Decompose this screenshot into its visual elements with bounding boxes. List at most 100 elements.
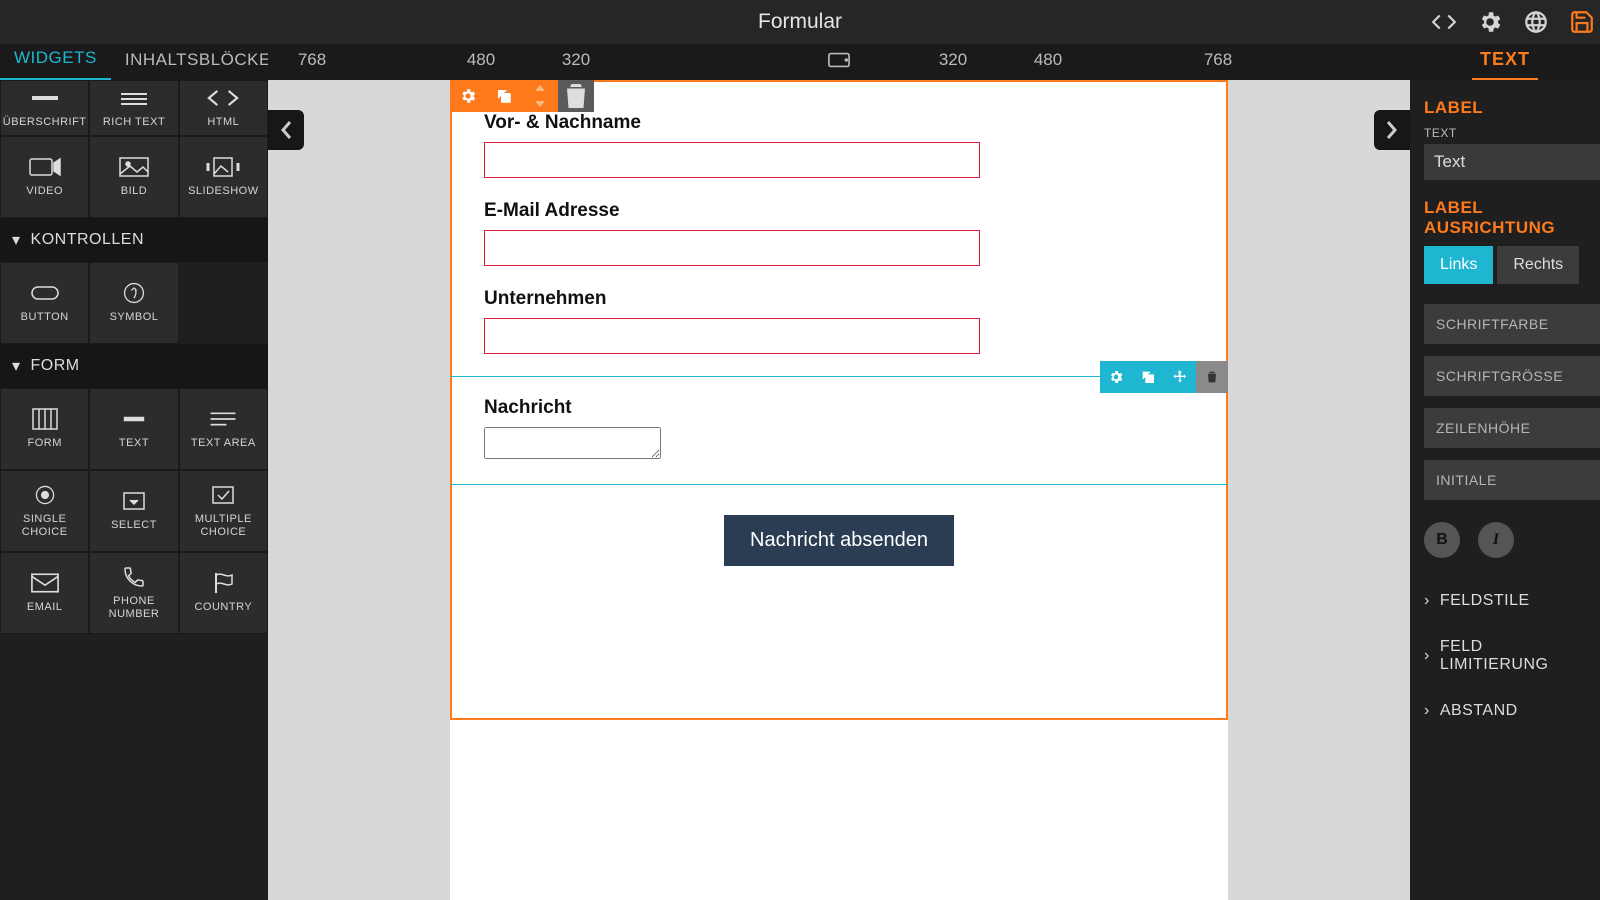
input-label-text[interactable] — [1424, 144, 1600, 180]
textarea-message[interactable] — [484, 427, 661, 459]
form-toolbar — [450, 80, 594, 112]
next-arrow[interactable] — [1374, 110, 1410, 150]
field-lineheight[interactable]: ZEILENHÖHE — [1424, 408, 1600, 448]
widget-video[interactable]: VIDEO — [0, 136, 89, 218]
widget-country[interactable]: COUNTRY — [179, 552, 268, 634]
right-panel-tab: TEXT — [1410, 44, 1600, 80]
accordion-fieldlimit[interactable]: › FELD LIMITIERUNG — [1410, 624, 1600, 688]
submit-button[interactable]: Nachricht absenden — [724, 515, 954, 566]
heading-icon — [28, 86, 62, 110]
accordion-spacing[interactable]: › ABSTAND — [1410, 688, 1600, 734]
topbar-actions — [1430, 8, 1600, 36]
tab-text[interactable]: TEXT — [1472, 41, 1538, 80]
widget-label: MULTIPLE CHOICE — [180, 513, 267, 539]
ruler-mark: 768 — [298, 50, 326, 70]
widget-label: VIDEO — [26, 185, 63, 198]
widget-textarea[interactable]: TEXT AREA — [179, 388, 268, 470]
widget-button[interactable]: BUTTON — [0, 262, 89, 344]
ruler-mark: 768 — [1204, 50, 1232, 70]
ruler-mark: 320 — [562, 50, 590, 70]
widget-email[interactable]: EMAIL — [0, 552, 89, 634]
field-name: Vor- & Nachname — [484, 112, 1194, 178]
section-label-title: LABEL — [1410, 98, 1600, 126]
field-label-text: TEXT — [1410, 126, 1600, 144]
reorder-button[interactable] — [522, 80, 558, 112]
tab-blocks[interactable]: INHALTSBLÖCKE — [111, 40, 285, 80]
field-message-selected[interactable]: Nachricht — [450, 376, 1228, 485]
accordion-label: FELD LIMITIERUNG — [1440, 638, 1586, 674]
ruler: 768 480 320 320 480 768 — [268, 44, 1410, 80]
video-icon — [28, 155, 62, 179]
image-icon — [117, 155, 151, 179]
move-button[interactable] — [1164, 361, 1196, 393]
tablet-icon[interactable] — [828, 52, 850, 73]
gear-icon[interactable] — [1476, 8, 1504, 36]
widget-grid-kontrollen: BUTTON SYMBOL — [0, 262, 268, 344]
field-initial[interactable]: INITIALE — [1424, 460, 1600, 500]
widget-label: TEXT — [119, 437, 149, 450]
delete-button[interactable] — [1196, 361, 1228, 393]
ruler-mark: 480 — [1034, 50, 1062, 70]
field-fontcolor[interactable]: SCHRIFTFARBE — [1424, 304, 1600, 344]
section-align-title: LABEL AUSRICHTUNG — [1410, 198, 1600, 246]
duplicate-button[interactable] — [486, 80, 522, 112]
widget-label: SLIDESHOW — [188, 185, 259, 198]
widget-multichoice[interactable]: MULTIPLE CHOICE — [179, 470, 268, 552]
widget-label: SELECT — [111, 519, 157, 532]
input-name[interactable] — [484, 142, 980, 178]
save-icon[interactable] — [1568, 8, 1596, 36]
section-kontrollen[interactable]: ▾ KONTROLLEN — [0, 218, 268, 262]
tab-widgets[interactable]: WIDGETS — [0, 38, 111, 80]
form-icon — [28, 407, 62, 431]
widget-select[interactable]: SELECT — [89, 470, 178, 552]
code-icon[interactable] — [1430, 8, 1458, 36]
widget-singlechoice[interactable]: SINGLE CHOICE — [0, 470, 89, 552]
accordion-fieldstyle[interactable]: › FELDSTILE — [1410, 578, 1600, 624]
chevron-down-icon: ▾ — [12, 230, 21, 250]
widget-phone[interactable]: PHONE NUMBER — [89, 552, 178, 634]
align-right-button[interactable]: Rechts — [1497, 246, 1579, 284]
widget-grid-top: ÜBERSCHRIFT RICH TEXT HTML VIDEO BILD SL… — [0, 80, 268, 218]
lines-icon — [117, 86, 151, 110]
widget-richtext[interactable]: RICH TEXT — [89, 80, 178, 136]
align-left-button[interactable]: Links — [1424, 246, 1493, 284]
widget-heading[interactable]: ÜBERSCHRIFT — [0, 80, 89, 136]
italic-button[interactable]: I — [1478, 522, 1514, 558]
chevron-right-icon: › — [1424, 702, 1430, 720]
accordion-label: ABSTAND — [1440, 702, 1518, 720]
sidebar-widgets: ÜBERSCHRIFT RICH TEXT HTML VIDEO BILD SL… — [0, 80, 268, 900]
widget-slideshow[interactable]: SLIDESHOW — [179, 136, 268, 218]
label-message: Nachricht — [484, 397, 1194, 419]
settings-button[interactable] — [1100, 361, 1132, 393]
globe-icon[interactable] — [1522, 8, 1550, 36]
widget-label: TEXT AREA — [191, 437, 256, 450]
align-group: Links Rechts — [1410, 246, 1600, 304]
topbar: Formular — [0, 0, 1600, 44]
field-fontsize[interactable]: SCHRIFTGRÖSSE — [1424, 356, 1600, 396]
bold-button[interactable]: B — [1424, 522, 1460, 558]
input-company[interactable] — [484, 318, 980, 354]
widget-text[interactable]: TEXT — [89, 388, 178, 470]
main-layout: ÜBERSCHRIFT RICH TEXT HTML VIDEO BILD SL… — [0, 80, 1600, 900]
accordion-label: FELDSTILE — [1440, 592, 1530, 610]
widget-html[interactable]: HTML — [179, 80, 268, 136]
section-label: KONTROLLEN — [31, 231, 144, 249]
input-email[interactable] — [484, 230, 980, 266]
field-company: Unternehmen — [484, 288, 1194, 354]
widget-image[interactable]: BILD — [89, 136, 178, 218]
widget-symbol[interactable]: SYMBOL — [89, 262, 178, 344]
delete-button[interactable] — [558, 80, 594, 112]
widget-form[interactable]: FORM — [0, 388, 89, 470]
widget-grid-form: FORM TEXT TEXT AREA SINGLE CHOICE SELECT… — [0, 388, 268, 634]
section-form[interactable]: ▾ FORM — [0, 344, 268, 388]
form-preview: Vor- & Nachname E-Mail Adresse Unternehm… — [450, 80, 1228, 900]
duplicate-button[interactable] — [1132, 361, 1164, 393]
ruler-mark: 320 — [939, 50, 967, 70]
checkbox-icon — [206, 483, 240, 507]
chevron-right-icon: › — [1424, 647, 1430, 665]
select-icon — [117, 489, 151, 513]
settings-button[interactable] — [450, 80, 486, 112]
widget-label: SYMBOL — [110, 311, 159, 324]
prev-arrow[interactable] — [268, 110, 304, 150]
ruler-row: WIDGETS INHALTSBLÖCKE 768 480 320 320 48… — [0, 44, 1600, 80]
